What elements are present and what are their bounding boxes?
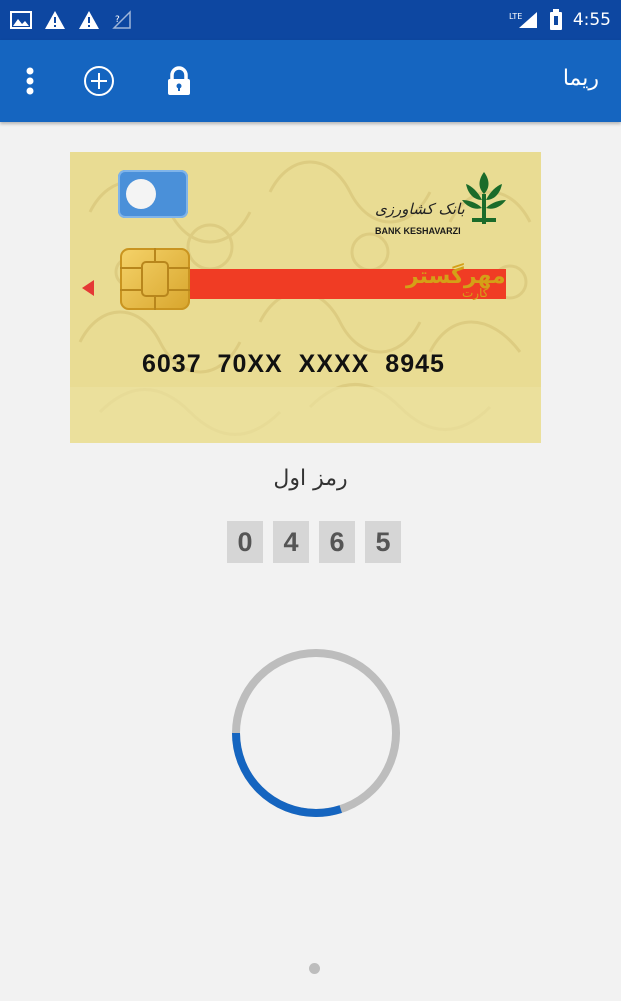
progress-ring: [232, 649, 400, 817]
card-brand-sub: کارت: [462, 286, 489, 300]
bank-name-fa: بانک کشاورزی: [375, 200, 465, 218]
card-brand: مهرگستر: [406, 264, 506, 289]
pin-digits: 0 4 6 5: [227, 521, 401, 563]
status-bar: ? LTE 4:55: [0, 0, 621, 40]
page-indicator-dot[interactable]: [309, 963, 320, 974]
add-button[interactable]: [80, 62, 118, 100]
app-bar: ریما: [0, 40, 621, 122]
lock-button[interactable]: [160, 62, 198, 100]
add-circle-icon: [84, 66, 114, 96]
lock-icon: [168, 66, 190, 95]
bank-logo-icon: [462, 172, 506, 224]
svg-text:LTE: LTE: [509, 12, 522, 21]
bank-card[interactable]: مهرگستر کارت بانک کشاورزی BANK KESHAVARZ…: [70, 152, 541, 443]
lte-signal-icon: LTE: [509, 10, 539, 30]
pin-digit: 5: [365, 521, 401, 563]
bank-name-en: BANK KESHAVARZI: [375, 226, 461, 236]
pin-label: رمز اول: [273, 466, 348, 491]
card-number: 6037 70XX XXXX 8945: [142, 350, 445, 378]
contactless-icon: [118, 170, 188, 218]
image-icon: [10, 10, 32, 30]
chip-icon: [120, 248, 190, 310]
arrow-left-icon: [82, 280, 94, 296]
signal-icon: ?: [112, 10, 132, 30]
pin-digit: 6: [319, 521, 355, 563]
svg-text:?: ?: [115, 15, 120, 25]
app-title: ریما: [562, 66, 599, 91]
warning-icon: [78, 10, 100, 30]
status-time: 4:55: [572, 10, 611, 30]
overflow-menu-button[interactable]: [18, 64, 42, 98]
pin-digit: 0: [227, 521, 263, 563]
battery-icon: [549, 9, 563, 31]
warning-icon: [44, 10, 66, 30]
pin-digit: 4: [273, 521, 309, 563]
more-vert-icon: [26, 67, 34, 95]
card-lower-strip: [70, 387, 541, 443]
